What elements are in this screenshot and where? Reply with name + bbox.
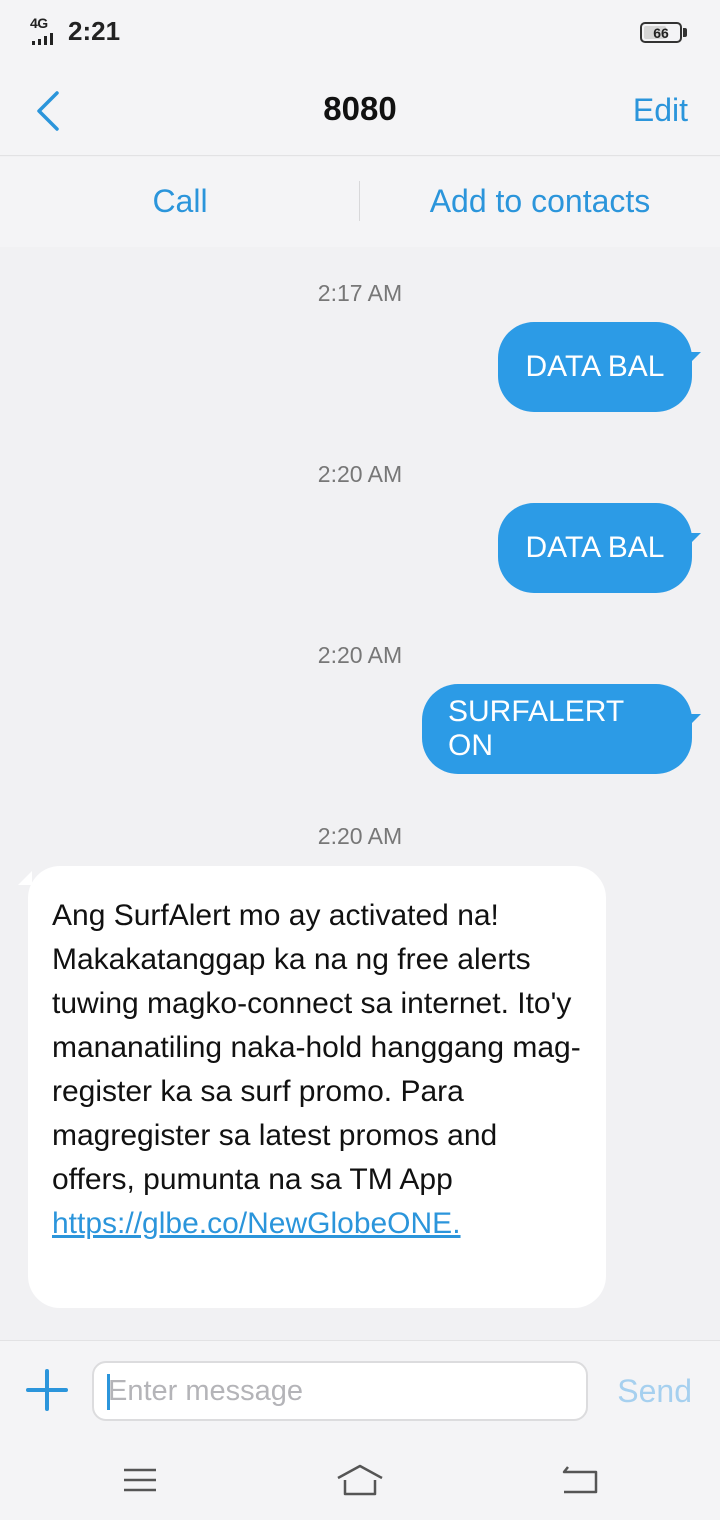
message-timestamp: 2:17 AM bbox=[317, 280, 403, 306]
bubble-tail bbox=[18, 871, 32, 885]
message-text: DATA BAL bbox=[525, 350, 665, 383]
system-nav-bar bbox=[0, 1440, 720, 1520]
battery-level: 66 bbox=[653, 24, 669, 41]
outgoing-message[interactable]: DATA BAL bbox=[498, 503, 692, 593]
battery-icon: 66 bbox=[640, 22, 682, 43]
battery-tip bbox=[683, 28, 687, 37]
bubble-tail bbox=[687, 714, 701, 728]
message-composer: Send bbox=[0, 1340, 720, 1440]
bubble-tail bbox=[687, 352, 701, 366]
signal-icon: 4G bbox=[30, 16, 60, 46]
bubble-tail bbox=[687, 533, 701, 547]
message-timestamp: 2:20 AM bbox=[317, 823, 403, 849]
send-button[interactable]: Send bbox=[617, 1373, 692, 1410]
menu-button[interactable] bbox=[115, 1460, 165, 1500]
add-to-contacts-button[interactable]: Add to contacts bbox=[360, 183, 720, 220]
network-type: 4G bbox=[30, 15, 48, 31]
message-link[interactable]: https://glbe.co/NewGlobeONE. bbox=[52, 1202, 582, 1246]
call-button[interactable]: Call bbox=[0, 183, 360, 220]
edit-button[interactable]: Edit bbox=[633, 92, 688, 129]
contact-title: 8080 bbox=[323, 90, 397, 127]
message-timestamp: 2:20 AM bbox=[317, 461, 403, 487]
status-bar: 4G 2:21 66 bbox=[0, 0, 720, 66]
message-input[interactable] bbox=[92, 1361, 588, 1421]
back-icon bbox=[562, 1466, 598, 1494]
home-icon bbox=[337, 1464, 383, 1496]
incoming-message[interactable]: Ang SurfAlert mo ay activated na! Makaka… bbox=[28, 866, 606, 1308]
message-timestamp: 2:20 AM bbox=[317, 642, 403, 668]
message-text: Ang SurfAlert mo ay activated na! Makaka… bbox=[52, 899, 581, 1196]
conversation-header: 8080 Edit bbox=[0, 66, 720, 156]
text-caret bbox=[107, 1374, 110, 1410]
outgoing-message[interactable]: SURFALERT ON bbox=[422, 684, 692, 774]
outgoing-message[interactable]: DATA BAL bbox=[498, 322, 692, 412]
message-text: SURFALERT ON bbox=[448, 695, 624, 762]
message-text: DATA BAL bbox=[525, 531, 665, 564]
menu-icon bbox=[124, 1468, 156, 1492]
back-nav-button[interactable] bbox=[555, 1460, 605, 1500]
home-button[interactable] bbox=[335, 1460, 385, 1500]
status-time: 2:21 bbox=[68, 16, 121, 46]
plus-icon[interactable] bbox=[26, 1369, 68, 1411]
contact-actions: Call Add to contacts bbox=[0, 157, 720, 247]
